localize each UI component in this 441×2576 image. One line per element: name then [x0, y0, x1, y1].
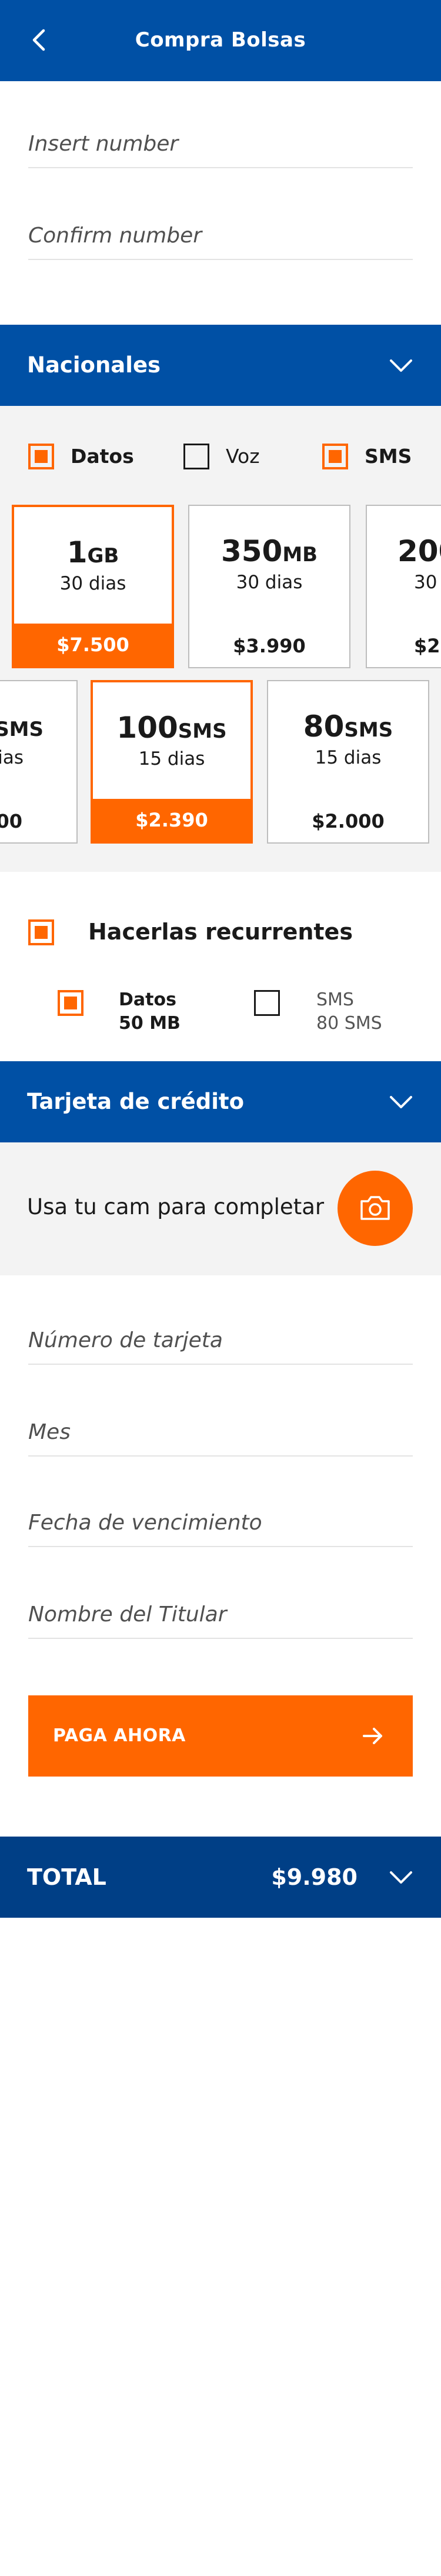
plan-duration: 15 dias: [315, 747, 382, 768]
pay-now-button[interactable]: PAGA AHORA: [28, 1695, 413, 1777]
voz-checkbox[interactable]: [183, 444, 209, 469]
plan-card-100sms[interactable]: 100SMS 15 dias $2.390: [91, 680, 253, 844]
plan-price: $7.500: [14, 624, 172, 666]
arrow-right-icon: [363, 1728, 382, 1744]
plan-duration: 30 dias: [59, 573, 126, 594]
cardholder-name-input[interactable]: [28, 1597, 413, 1632]
plan-card-80sms[interactable]: 80SMS 15 dias $2.000: [267, 680, 429, 844]
nacionales-label: Nacionales: [27, 352, 161, 378]
expiry-date-underline: [28, 1546, 413, 1547]
plan-amount: SMS: [0, 718, 44, 741]
plan-card-partial-left[interactable]: SMS ias 600: [0, 680, 78, 844]
plan-card-1gb[interactable]: 1GB 30 dias $7.500: [12, 505, 174, 668]
month-input[interactable]: [28, 1414, 413, 1449]
recurring-checkbox[interactable]: [28, 919, 54, 945]
total-value: $9.980: [271, 1864, 358, 1890]
confirm-number-input[interactable]: [28, 218, 413, 253]
sms-label: SMS: [365, 445, 412, 468]
tarjeta-section-toggle[interactable]: Tarjeta de crédito: [0, 1061, 441, 1142]
insert-number-input[interactable]: [28, 126, 413, 161]
total-label: TOTAL: [27, 1864, 106, 1890]
month-underline: [28, 1455, 413, 1457]
camera-prompt: Usa tu cam para completar: [27, 1194, 325, 1219]
plan-amount: 1GB: [66, 535, 119, 569]
chevron-down-icon: [390, 359, 412, 372]
camera-button[interactable]: [338, 1171, 413, 1246]
voz-label: Voz: [226, 445, 260, 468]
plan-amount: 100SMS: [116, 711, 227, 745]
recurring-datos-label: Datos 50 MB: [119, 989, 181, 1034]
plan-price: $2: [414, 635, 440, 657]
chevron-down-icon: [390, 1871, 412, 1884]
plan-price: $2.390: [93, 799, 250, 841]
datos-label: Datos: [71, 445, 134, 468]
sms-checkbox[interactable]: [322, 444, 348, 469]
plan-card-partial-right[interactable]: 200 30 $2: [366, 505, 441, 668]
plan-duration: 30 dias: [236, 572, 303, 593]
recurring-sms-label: SMS 80 SMS: [316, 989, 382, 1034]
plan-card-350mb[interactable]: 350MB 30 dias $3.990: [188, 505, 350, 668]
recurring-sms-checkbox[interactable]: [254, 990, 280, 1016]
page-title: Compra Bolsas: [135, 28, 306, 52]
cardholder-name-underline: [28, 1638, 413, 1639]
chevron-down-icon: [390, 1096, 412, 1108]
plan-amount: 350MB: [220, 534, 318, 568]
app-header: Compra Bolsas: [0, 0, 441, 81]
plan-duration: 15 dias: [138, 748, 205, 769]
plan-duration: 30: [414, 572, 437, 593]
pay-now-label: PAGA AHORA: [53, 1725, 186, 1746]
insert-number-underline: [28, 167, 413, 168]
nacionales-section-toggle[interactable]: Nacionales: [0, 325, 441, 406]
card-number-input[interactable]: [28, 1322, 413, 1358]
recurring-label: Hacerlas recurrentes: [88, 919, 353, 945]
plan-price: $3.990: [233, 635, 306, 657]
total-bar[interactable]: TOTAL $9.980: [0, 1837, 441, 1918]
confirm-number-underline: [28, 259, 413, 260]
plan-amount: 200: [397, 534, 441, 568]
plan-duration: ias: [0, 747, 24, 768]
camera-icon: [360, 1196, 390, 1220]
expiry-date-input[interactable]: [28, 1505, 413, 1540]
datos-checkbox[interactable]: [28, 444, 54, 469]
recurring-datos-checkbox[interactable]: [58, 990, 83, 1016]
plan-amount: 80SMS: [303, 709, 393, 744]
card-number-underline: [28, 1364, 413, 1365]
plan-price: 600: [0, 810, 22, 832]
plan-price: $2.000: [312, 810, 385, 832]
tarjeta-label: Tarjeta de crédito: [27, 1089, 245, 1114]
